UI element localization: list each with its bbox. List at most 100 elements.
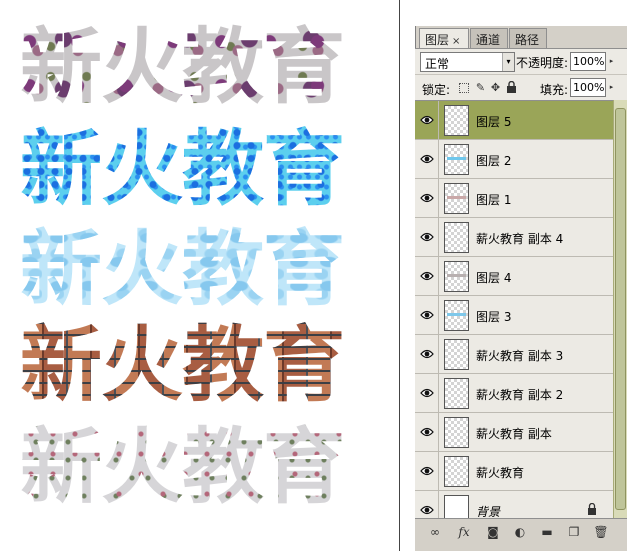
layer-name: 图层 5 [476,115,512,129]
new-layer-icon[interactable]: ❐ [566,524,582,540]
eye-icon[interactable] [420,114,434,126]
layer-name: 薪火教育 副本 3 [476,349,564,363]
eye-icon[interactable] [420,426,434,438]
close-icon[interactable]: × [452,36,460,47]
layer-row[interactable]: 图层 1 [415,179,613,218]
layer-thumbnail [444,183,469,214]
folder-icon[interactable]: ▬ [539,524,555,540]
blend-row: 正常 ▾ 不透明度: 100% ▸ [415,48,627,74]
fill-arrow-icon[interactable]: ▸ [607,78,616,97]
lock-row: 锁定: ✎ ✥ 填充: 100% ▸ [415,74,627,100]
artwork-floral-grey: 新火教育 [20,424,365,512]
layer-thumbnail [444,456,469,487]
layer-name: 图层 3 [476,310,512,324]
visibility-toggle[interactable] [415,218,439,257]
lock-move-icon[interactable]: ✥ [489,81,502,94]
panel-tabbar: 图层 × 通道 路径 [415,28,627,48]
artwork-light-blue-pattern: 新火教育 [20,226,365,314]
layers-bottom-toolbar: ∞ fx ◙ ◐ ▬ ❐ 🗑 [415,518,627,551]
tab-label: 通道 [476,33,501,47]
lock-transparency-icon[interactable] [459,83,469,93]
adjustment-icon[interactable]: ◐ [512,524,528,540]
eye-icon[interactable] [420,387,434,399]
layer-row[interactable]: 图层 5 [415,101,613,140]
layer-name: 图层 2 [476,154,512,168]
tab-label: 路径 [515,33,540,47]
fill-input[interactable]: 100% [570,78,606,97]
eye-icon[interactable] [420,309,434,321]
layer-thumbnail [444,417,469,448]
layer-name: 薪火教育 [476,466,525,480]
opacity-arrow-icon[interactable]: ▸ [607,52,616,71]
layer-name: 薪火教育 副本 [476,427,552,441]
layer-list: 图层 5 图层 2 图层 1 薪火教育 副本 4 图层 4 图层 3 薪火教育 副本 3 薪火… [415,100,613,518]
fx-icon[interactable]: fx [456,524,472,540]
tab-label: 图层 [425,33,450,47]
artwork-brick: 新火教育 [20,322,365,410]
mask-icon[interactable]: ◙ [485,524,501,540]
artwork-text: 新火教育 [20,126,365,214]
visibility-toggle[interactable] [415,296,439,335]
scrollbar-thumb[interactable] [615,108,626,510]
tab-paths[interactable]: 路径 [509,28,547,48]
blend-mode-select[interactable]: 正常 ▾ [420,52,515,72]
layer-row[interactable]: 背景 [415,491,613,518]
layer-row[interactable]: 图层 3 [415,296,613,335]
layer-row[interactable]: 薪火教育 副本 [415,413,613,452]
thumbnail-content [447,196,466,199]
layer-list-scrollbar[interactable] [613,100,627,518]
eye-icon[interactable] [420,231,434,243]
layer-row[interactable]: 图层 2 [415,140,613,179]
artwork-text: 新火教育 [20,424,365,512]
thumbnail-content [447,313,466,316]
opacity-input[interactable]: 100% [570,52,606,71]
eye-icon[interactable] [420,192,434,204]
thumbnail-content [447,157,466,160]
link-icon[interactable]: ∞ [427,524,443,540]
visibility-toggle[interactable] [415,257,439,296]
eye-icon[interactable] [420,465,434,477]
layer-row[interactable]: 图层 4 [415,257,613,296]
visibility-toggle[interactable] [415,413,439,452]
visibility-toggle[interactable] [415,491,439,518]
layer-row[interactable]: 薪火教育 [415,452,613,491]
artwork-text: 新火教育 [20,24,365,112]
layer-thumbnail [444,222,469,253]
layer-thumbnail [444,144,469,175]
fill-label: 填充: [540,83,569,97]
blend-mode-value: 正常 [425,57,450,71]
layer-row[interactable]: 薪火教育 副本 4 [415,218,613,257]
visibility-toggle[interactable] [415,335,439,374]
layer-thumbnail [444,300,469,331]
tab-channels[interactable]: 通道 [470,28,508,48]
chevron-down-icon[interactable]: ▾ [502,53,514,71]
lock-label: 锁定: [422,83,451,97]
eye-icon[interactable] [420,504,434,516]
visibility-toggle[interactable] [415,374,439,413]
eye-icon[interactable] [420,348,434,360]
layer-name: 薪火教育 副本 4 [476,232,564,246]
visibility-toggle[interactable] [415,179,439,218]
eye-icon[interactable] [420,153,434,165]
layer-name: 图层 4 [476,271,512,285]
lock-all-icon[interactable] [505,80,518,94]
visibility-toggle[interactable] [415,101,439,140]
trash-icon[interactable]: 🗑 [593,524,609,540]
lock-brush-icon[interactable]: ✎ [474,81,487,94]
eye-icon[interactable] [420,270,434,282]
layer-thumbnail [444,339,469,370]
layer-row[interactable]: 薪火教育 副本 2 [415,374,613,413]
visibility-toggle[interactable] [415,140,439,179]
layer-name: 背景 [476,505,501,518]
visibility-toggle[interactable] [415,452,439,491]
artwork-floral-purple: 新火教育 [20,24,365,112]
layer-row[interactable]: 薪火教育 副本 3 [415,335,613,374]
document-canvas[interactable]: 新火教育 新火教育 新火教育 新火教育 新火教育 [0,0,400,551]
lock-icon [588,503,596,515]
layer-name: 图层 1 [476,193,512,207]
artwork-text: 新火教育 [20,226,365,314]
layer-name: 薪火教育 副本 2 [476,388,564,402]
layer-thumbnail [444,495,469,518]
opacity-label: 不透明度: [516,56,569,70]
tab-layers[interactable]: 图层 × [419,28,469,48]
